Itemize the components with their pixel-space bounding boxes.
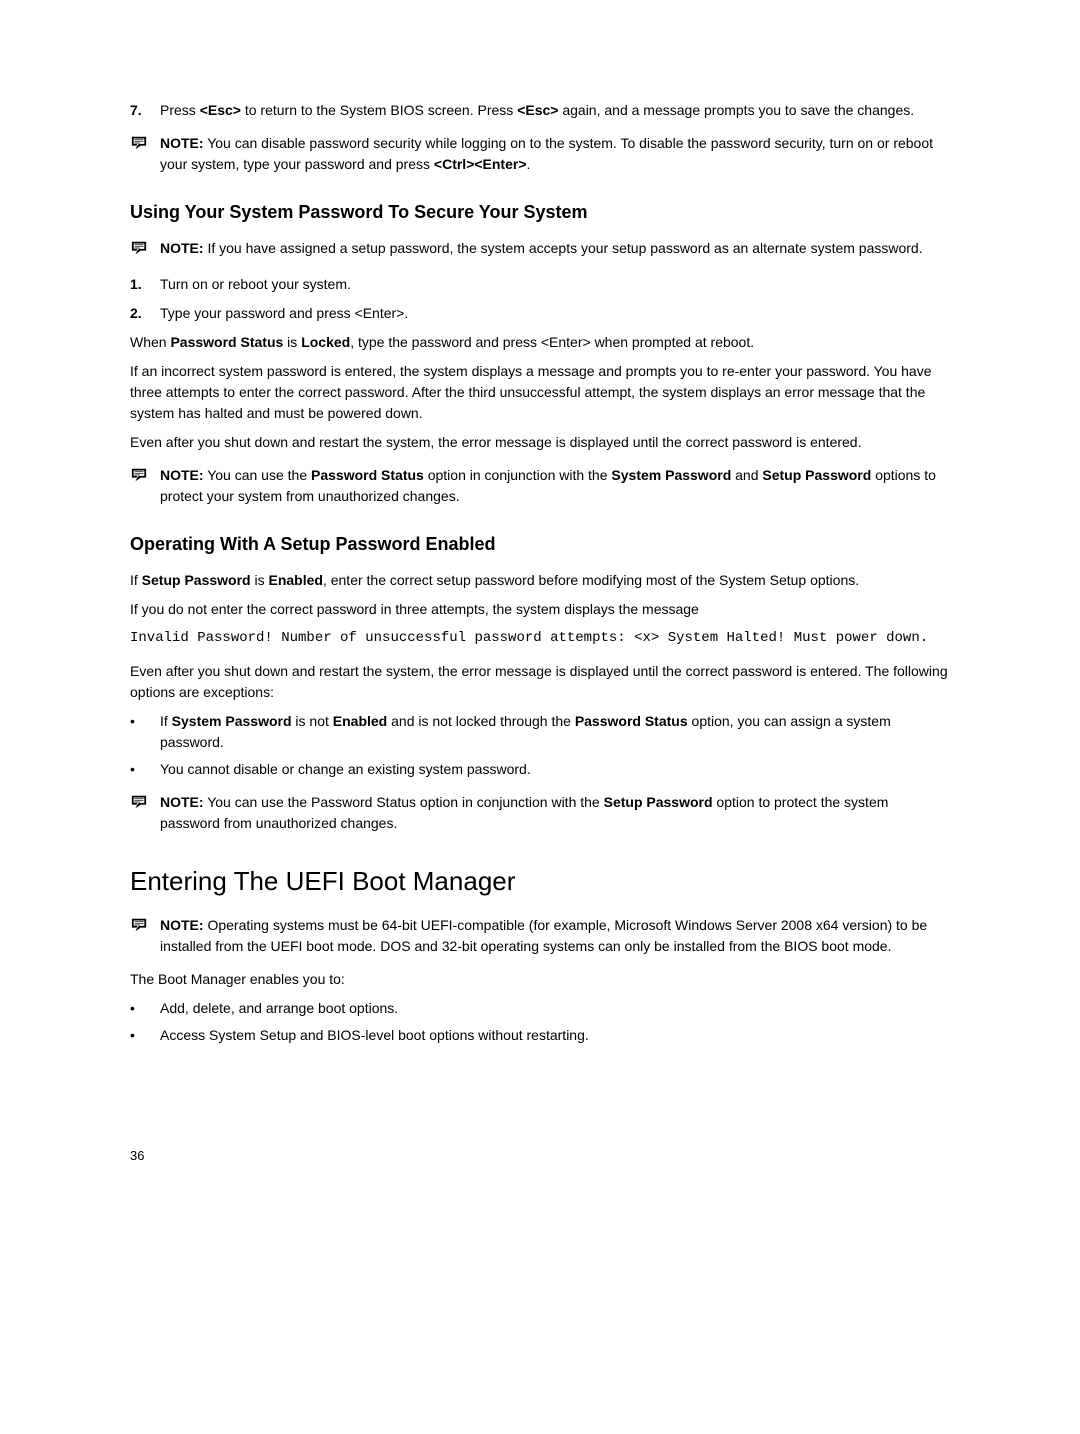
bullet-content: If System Password is not Enabled and is…	[160, 711, 950, 753]
bullet-content: Add, delete, and arrange boot options.	[160, 998, 398, 1019]
bullet-char: •	[130, 1025, 160, 1046]
bullet-char: •	[130, 998, 160, 1019]
para-exceptions: Even after you shut down and restart the…	[130, 661, 950, 703]
note-uefi-compatible: NOTE: Operating systems must be 64-bit U…	[130, 915, 950, 957]
note-setup-password-alternate: NOTE: If you have assigned a setup passw…	[130, 238, 950, 262]
note-icon	[130, 915, 160, 939]
note-text: NOTE: You can use the Password Status op…	[160, 792, 950, 834]
para-three-attempts: If you do not enter the correct password…	[130, 599, 950, 620]
page-number: 36	[130, 1146, 950, 1166]
note-icon	[130, 133, 160, 157]
note-password-status-option: NOTE: You can use the Password Status op…	[130, 465, 950, 507]
note-icon	[130, 465, 160, 489]
note-text: NOTE: If you have assigned a setup passw…	[160, 238, 950, 259]
note-icon	[130, 792, 160, 816]
heading-operating-setup-password: Operating With A Setup Password Enabled	[130, 531, 950, 558]
step-content: Turn on or reboot your system.	[160, 274, 950, 295]
step-1: 1. Turn on or reboot your system.	[130, 274, 950, 295]
step-number: 1.	[130, 274, 160, 295]
step-content: Type your password and press <Enter>.	[160, 303, 950, 324]
para-boot-manager: The Boot Manager enables you to:	[130, 969, 950, 990]
bullet-content: Access System Setup and BIOS-level boot …	[160, 1025, 589, 1046]
note-text: NOTE: Operating systems must be 64-bit U…	[160, 915, 950, 957]
code-invalid-password: Invalid Password! Number of unsuccessful…	[130, 628, 950, 649]
note-text: NOTE: You can disable password security …	[160, 133, 950, 175]
note-text: NOTE: You can use the Password Status op…	[160, 465, 950, 507]
heading-uefi-boot-manager: Entering The UEFI Boot Manager	[130, 862, 950, 901]
step-number: 2.	[130, 303, 160, 324]
note-disable-password: NOTE: You can disable password security …	[130, 133, 950, 175]
step-number: 7.	[130, 100, 160, 121]
bullet-content: You cannot disable or change an existing…	[160, 759, 531, 780]
step-content: Press <Esc> to return to the System BIOS…	[160, 100, 950, 121]
para-password-locked: When Password Status is Locked, type the…	[130, 332, 950, 353]
para-incorrect-password: If an incorrect system password is enter…	[130, 361, 950, 424]
para-setup-enabled: If Setup Password is Enabled, enter the …	[130, 570, 950, 591]
bullet-access-setup: • Access System Setup and BIOS-level boo…	[130, 1025, 950, 1046]
step-2: 2. Type your password and press <Enter>.	[130, 303, 950, 324]
note-icon	[130, 238, 160, 262]
bullet-add-delete: • Add, delete, and arrange boot options.	[130, 998, 950, 1019]
bullet-cannot-disable: • You cannot disable or change an existi…	[130, 759, 950, 780]
bullet-system-password-enabled: • If System Password is not Enabled and …	[130, 711, 950, 753]
heading-using-password: Using Your System Password To Secure You…	[130, 199, 950, 226]
para-error-persists: Even after you shut down and restart the…	[130, 432, 950, 453]
step-7: 7. Press <Esc> to return to the System B…	[130, 100, 950, 121]
note-protect-system-password: NOTE: You can use the Password Status op…	[130, 792, 950, 834]
bullet-char: •	[130, 711, 160, 753]
bullet-char: •	[130, 759, 160, 780]
